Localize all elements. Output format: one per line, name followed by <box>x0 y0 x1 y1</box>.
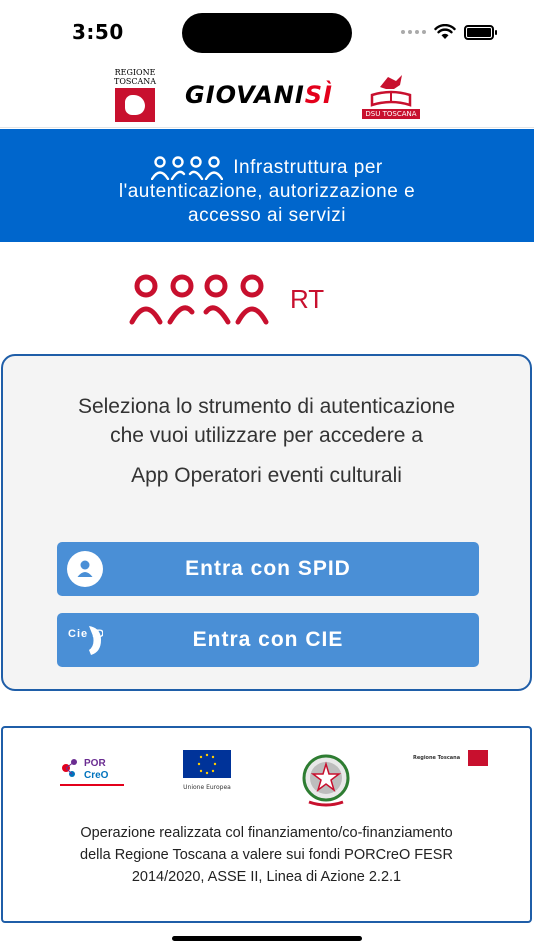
auth-prompt: Seleziona lo strumento di autenticazione… <box>3 392 530 450</box>
cie-id-icon: Cie ID <box>68 626 103 655</box>
regione-toscana-logo: REGIONE TOSCANA <box>113 68 157 122</box>
banner-line1: Infrastruttura per <box>233 157 383 178</box>
arpa-rt-logo: RT <box>128 272 324 326</box>
auth-card: Seleziona lo strumento di autenticazione… <box>1 354 532 691</box>
giovani-si-text: SÌ <box>304 80 333 109</box>
arpa-people-icon <box>151 156 224 180</box>
banner-line2: l'autenticazione, autorizzazione e <box>118 181 416 202</box>
auth-prompt-line1: Seleziona lo strumento di autenticazione <box>77 395 456 418</box>
eu-logo: Unione Europea <box>183 750 231 791</box>
signal-icon <box>401 30 426 34</box>
svg-text:POR: POR <box>84 758 106 769</box>
battery-icon <box>464 24 497 40</box>
funding-line3: 2014/2020, ASSE II, Linea di Azione 2.2.… <box>131 869 402 885</box>
spid-login-button[interactable]: Entra con SPID <box>57 542 479 596</box>
ue-text: Unione Europea <box>183 784 231 791</box>
svg-text:CreO: CreO <box>84 770 109 781</box>
wifi-icon <box>434 24 456 39</box>
regione-logo-text: REGIONE TOSCANA <box>114 67 157 86</box>
pegasus-book-icon <box>370 74 412 107</box>
funding-footer: POR CreO Unione Europea Regione Toscana <box>1 726 532 923</box>
giovani-si-logo: GIOVANISÌ <box>185 81 333 109</box>
italian-emblem-icon <box>302 754 350 807</box>
giovani-text: GIOVANI <box>185 80 305 109</box>
status-bar: 3:50 <box>0 0 534 62</box>
rt-small-text: Regione Toscana <box>413 755 461 761</box>
dynamic-island <box>182 13 352 53</box>
banner-line3: accesso ai servizi <box>188 205 346 226</box>
auth-prompt-line2: che vuoi utilizzare per accedere a <box>110 424 423 447</box>
eu-flag-icon <box>183 750 231 778</box>
regione-toscana-small-logo: Regione Toscana <box>413 750 489 766</box>
status-time: 3:50 <box>72 20 124 44</box>
porcreo-logo: POR CreO <box>60 758 124 786</box>
user-circle-icon <box>67 551 103 587</box>
cie-login-label: Entra con CIE <box>192 628 344 651</box>
banner-title-row: Infrastruttura per <box>0 156 534 180</box>
spid-login-label: Entra con SPID <box>185 557 351 580</box>
dsu-toscana-logo: DSU TOSCANA <box>361 71 421 119</box>
funding-text: Operazione realizzata col finanziamento/… <box>3 822 530 888</box>
cie-login-button[interactable]: Cie ID Entra con CIE <box>57 613 479 667</box>
funding-line2: della Regione Toscana a valere sui fondi… <box>80 847 453 863</box>
funding-line1: Operazione realizzata col finanziamento/… <box>80 825 453 841</box>
dsu-text: DSU TOSCANA <box>362 108 420 119</box>
pegasus-small-icon <box>468 750 489 766</box>
home-indicator[interactable] <box>172 936 362 941</box>
app-name: App Operatori eventi culturali <box>131 464 402 487</box>
arpa-banner: Infrastruttura per l'autenticazione, aut… <box>0 129 534 242</box>
arpa-logo-icon <box>129 274 269 325</box>
status-icons <box>401 24 497 40</box>
pegasus-shield-icon <box>115 87 156 122</box>
footer-logos: POR CreO Unione Europea Regione Toscana <box>3 748 530 818</box>
logo-header: REGIONE TOSCANA GIOVANISÌ DSU TOSCANA <box>0 62 534 128</box>
arpa-rt-text: RT <box>290 284 325 314</box>
